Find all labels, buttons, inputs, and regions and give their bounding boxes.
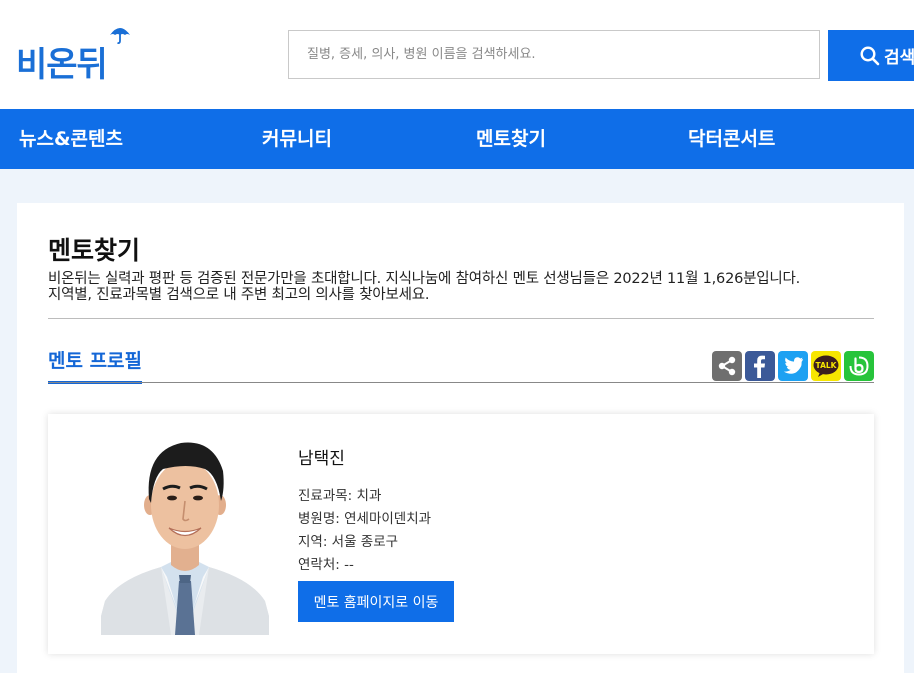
header: 비온뒤 검색 [0,0,914,109]
description-line-2: 지역별, 진료과목별 검색으로 내 주변 최고의 의사를 찾아보세요. [48,287,430,303]
nav-item-doctor-concert[interactable]: 닥터콘서트 [688,109,775,169]
mentor-name: 남택진 [298,449,345,469]
main-content: 멘토찾기 비온뒤는 실력과 평판 등 검증된 전문가만을 초대합니다. 지식나눔… [17,203,904,673]
nav-item-community[interactable]: 커뮤니티 [262,109,332,169]
mentor-region: 지역: 서울 종로구 [298,534,399,550]
mentor-photo [101,429,269,635]
description-line-1: 비온뒤는 실력과 평판 등 검증된 전문가만을 초대합니다. 지식나눔에 참여하… [48,271,801,287]
divider [48,318,874,319]
facebook-icon[interactable] [745,351,775,381]
twitter-icon[interactable] [778,351,808,381]
mentor-contact: 연락처: -- [298,557,354,573]
search-input[interactable] [289,31,819,78]
umbrella-icon [110,28,130,44]
band-icon[interactable] [844,351,874,381]
nav-item-find-mentor[interactable]: 멘토찾기 [476,109,546,169]
tab-mentor-profile[interactable]: 멘토 프로필 [48,346,143,384]
search-box [288,30,820,79]
mentor-profile-card: 남택진 진료과목: 치과 병원명: 연세마이덴치과 지역: 서울 종로구 연락처… [48,414,874,654]
logo[interactable]: 비온뒤 [16,26,130,85]
mentor-homepage-button[interactable]: 멘토 홈페이지로 이동 [298,581,454,622]
kakao-talk-text: TALK [816,361,838,370]
nav-item-news[interactable]: 뉴스&콘텐츠 [19,109,123,169]
mentor-hospital: 병원명: 연세마이덴치과 [298,511,432,527]
logo-text: 비온뒤 [16,45,108,85]
kakaotalk-icon[interactable]: TALK [811,351,841,381]
search-button[interactable]: 검색 [828,30,914,81]
main-nav: 뉴스&콘텐츠 커뮤니티 멘토찾기 닥터콘서트 [0,109,914,169]
page-description: 비온뒤는 실력과 평판 등 검증된 전문가만을 초대합니다. 지식나눔에 참여하… [48,271,898,303]
share-icon[interactable] [712,351,742,381]
page-title: 멘토찾기 [48,236,141,265]
search-icon [860,45,880,65]
mentor-department: 진료과목: 치과 [298,488,382,504]
share-buttons: TALK [712,351,874,381]
search-button-label: 검색 [884,48,914,68]
section-divider [48,382,874,383]
